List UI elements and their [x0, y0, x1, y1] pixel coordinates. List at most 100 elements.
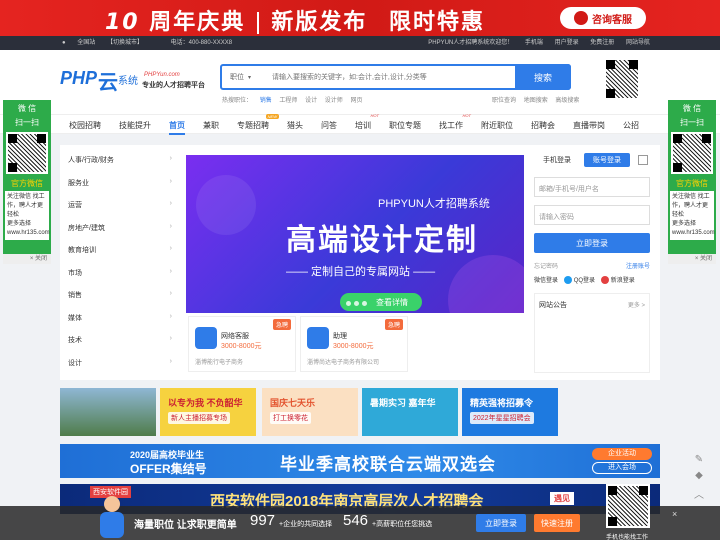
back-to-top-icon[interactable]: ︿	[688, 486, 710, 502]
promo-text: 10 周年庆典 新版发布 限时特惠	[105, 4, 485, 36]
tab-mobile-login[interactable]: 手机登录	[534, 153, 580, 167]
hero-carousel[interactable]: PHPYUN人才招聘系统 高端设计定制 —— 定制自己的专属网站 —— 查看详情	[186, 155, 524, 313]
hot-badge: HOT	[370, 113, 379, 118]
ad-banner[interactable]: 精英强将招募令 2022年星星招聘会	[462, 388, 558, 436]
search-input[interactable]	[272, 70, 512, 84]
nav-public[interactable]: 公招	[623, 120, 639, 131]
ad-banner[interactable]: 暑期实习 嘉年华	[362, 388, 458, 436]
nav-special[interactable]: 专题招聘 NEW	[237, 114, 279, 131]
main-content: 人事/行政/财务 › 服务业 › 运营 › 房地产/建筑 › 教育培训 › 市场 › 销售 ›…	[60, 145, 660, 380]
login-button[interactable]: 立即登录	[534, 233, 650, 253]
nav-job-topic[interactable]: 职位专题	[389, 120, 421, 131]
job-query-link[interactable]: 职位查询	[492, 98, 516, 104]
search-box: 职位▾ 搜索	[220, 64, 571, 90]
tag-icon[interactable]: ◆	[688, 470, 710, 486]
category-item[interactable]: 运营 ›	[68, 200, 172, 210]
register-link[interactable]: 免费注册	[590, 40, 614, 46]
ad-banner[interactable]: 以专为我 不负韶华 新人主播招募专场	[160, 388, 256, 436]
nav-parttime[interactable]: 兼职	[203, 120, 219, 131]
ad-banner[interactable]	[60, 388, 156, 436]
close-icon[interactable]: ×	[672, 509, 677, 519]
nav-headhunter[interactable]: 猎头	[287, 120, 303, 131]
switch-city-link[interactable]: 【切换城市】	[107, 40, 143, 46]
nav-skill[interactable]: 技能提升	[119, 120, 151, 131]
forgot-password-link[interactable]: 忘记密码	[534, 261, 558, 270]
category-item[interactable]: 市场 ›	[68, 268, 172, 278]
urgent-badge: 急聘	[272, 319, 291, 330]
hot-item[interactable]: 设计	[305, 98, 317, 104]
nav-training[interactable]: 培训 HOT	[355, 113, 379, 131]
header-qr-code	[604, 58, 640, 100]
username-field[interactable]: 邮箱/手机号/用户名	[534, 177, 650, 197]
search-category-select[interactable]: 职位 ▾	[230, 72, 251, 82]
category-item[interactable]: 房地产/建筑 ›	[68, 223, 172, 233]
site-nav-link[interactable]: 网站导航	[626, 40, 650, 46]
advanced-search-link[interactable]: 高级搜索	[555, 98, 579, 104]
chevron-right-icon: ›	[169, 290, 172, 297]
consult-service-button[interactable]: 咨询客服	[560, 7, 646, 29]
category-item[interactable]: 销售 ›	[68, 290, 172, 300]
urgent-badge: 急聘	[384, 319, 403, 330]
edit-icon[interactable]: ✎	[688, 454, 710, 470]
company-logo-icon	[307, 327, 329, 349]
chevron-right-icon: ›	[169, 200, 172, 207]
login-now-button[interactable]: 立即登录	[476, 514, 526, 532]
enterprise-activity-button[interactable]: 企业活动	[592, 448, 652, 460]
password-field[interactable]: 请输入密码	[534, 205, 650, 225]
headset-icon	[574, 11, 588, 25]
close-panel-button[interactable]: × 关闭	[668, 254, 716, 264]
wechat-qr-code	[6, 132, 48, 174]
category-item[interactable]: 设计 ›	[68, 358, 172, 368]
site-logo[interactable]: PHP 云 系统 PHPYun.com 专业的人才招聘平台	[60, 66, 210, 94]
hot-item[interactable]: 销售	[260, 98, 272, 104]
wechat-qr-code	[671, 132, 713, 174]
graduate-fair-banner[interactable]: 2020届高校毕业生 OFFER集结号 毕业季高校联合云端双选会 企业活动 进入…	[60, 444, 660, 478]
qr-login-icon[interactable]	[638, 155, 648, 165]
enter-venue-button[interactable]: 进入会场	[592, 462, 652, 474]
nav-nearby[interactable]: 附近职位	[481, 120, 513, 131]
map-search-link[interactable]: 地图搜索	[524, 98, 548, 104]
location-text: 全国站	[77, 40, 96, 46]
chevron-right-icon: ›	[169, 223, 172, 230]
close-panel-button[interactable]: × 关闭	[3, 254, 51, 264]
mobile-link[interactable]: 手机端	[525, 40, 543, 46]
notice-more-link[interactable]: 更多 >	[628, 300, 645, 309]
job-card[interactable]: 网络客服 3000-8000元 淄博能行电子商务 急聘	[188, 316, 296, 372]
left-wechat-panel: 微 信 扫一扫 官方微信 关注微信 找工作，聘人才更轻松 更多选择 www.hr…	[3, 100, 51, 264]
chevron-right-icon: ›	[169, 245, 172, 252]
quick-register-button[interactable]: 快速注册	[534, 514, 580, 532]
nav-find-job[interactable]: 找工作 HOT	[439, 113, 471, 131]
chevron-down-icon: ▾	[248, 75, 252, 81]
promo-ten: 10	[105, 10, 140, 35]
chevron-right-icon: ›	[169, 358, 172, 365]
new-badge: NEW	[265, 114, 279, 119]
mascot-illustration	[92, 494, 132, 540]
register-account-link[interactable]: 注册账号	[626, 261, 650, 270]
category-item[interactable]: 媒体 ›	[68, 313, 172, 323]
category-item[interactable]: 技术 ›	[68, 335, 172, 345]
nav-home[interactable]: 首页	[169, 120, 185, 135]
nav-live[interactable]: 直播带岗	[573, 120, 605, 131]
job-card[interactable]: 助理 3000-8000元 淄博尚达电子商务有限公司 急聘	[300, 316, 408, 372]
promo-banner[interactable]: 10 周年庆典 新版发布 限时特惠 咨询客服	[0, 0, 720, 36]
hot-item[interactable]: 工程师	[279, 98, 297, 104]
welcome-text: PHPYUN人才招聘系统欢迎您！	[428, 40, 514, 46]
qq-login-link[interactable]: QQ登录	[574, 278, 595, 284]
ad-banner[interactable]: 国庆七天乐 打工换零花	[262, 388, 358, 436]
carousel-dots[interactable]	[346, 299, 370, 308]
site-notice: 网站公告 更多 >	[534, 293, 650, 373]
nav-campus[interactable]: 校园招聘	[69, 120, 101, 131]
category-item[interactable]: 服务业 ›	[68, 178, 172, 188]
category-item[interactable]: 人事/行政/财务 ›	[68, 155, 172, 165]
main-nav: 校园招聘 技能提升 首页 兼职 专题招聘 NEW 猎头 问答 培训 HOT 职位专题…	[0, 113, 720, 135]
hot-item[interactable]: 设计师	[325, 98, 343, 104]
weibo-login-link[interactable]: 新浪登录	[611, 278, 635, 284]
hot-item[interactable]: 网页	[350, 98, 362, 104]
user-login-link[interactable]: 用户登录	[555, 40, 579, 46]
category-item[interactable]: 教育培训 ›	[68, 245, 172, 255]
search-button[interactable]: 搜索	[515, 64, 571, 90]
tab-account-login[interactable]: 账号登录	[584, 153, 630, 167]
nav-job-fair[interactable]: 招聘会	[531, 120, 555, 131]
right-wechat-panel: 微 信 扫一扫 官方微信 关注微信 找工作，聘人才更轻松 更多选择 www.hr…	[668, 100, 716, 264]
nav-qa[interactable]: 问答	[321, 120, 337, 131]
